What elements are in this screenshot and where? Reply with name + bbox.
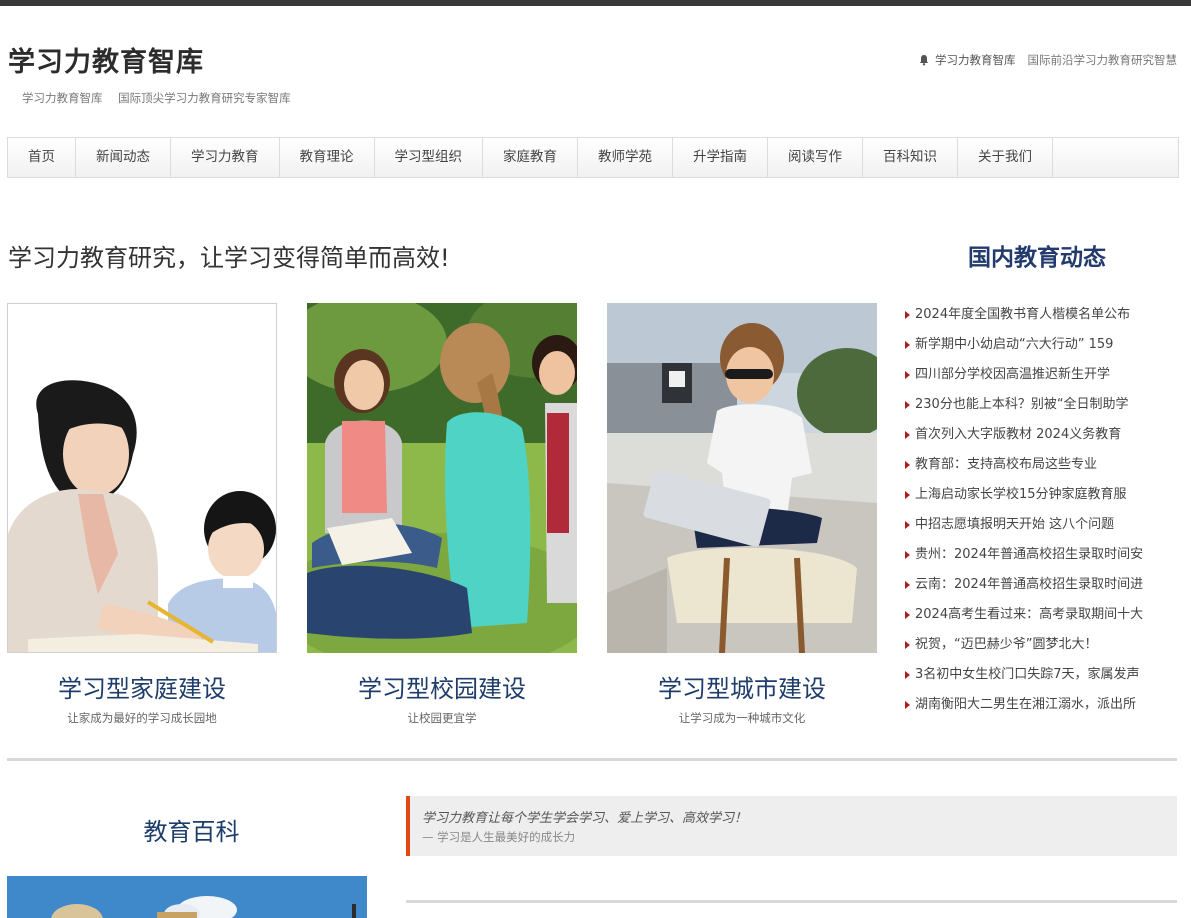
caret-right-icon [905,461,910,469]
card-city-title[interactable]: 学习型城市建设 [607,669,877,704]
news-item-text[interactable]: 湖南衡阳大二男生在湘江溺水，派出所 [915,692,1136,718]
section-divider [7,758,1177,761]
nav-item-about[interactable]: 关于我们 [958,138,1053,177]
news-item-text[interactable]: 3名初中女生校门口失踪7天，家属发声 [915,662,1140,688]
family-photo-illustration [8,304,276,652]
nav-item-teacher[interactable]: 教师学苑 [578,138,673,177]
news-item[interactable]: 首次列入大字版教材 2024义务教育 [905,420,1175,450]
nav-item-learning-power[interactable]: 学习力教育 [171,138,280,177]
news-list: 2024年度全国教书育人楷模名单公布 新学期中小幼启动“六大行动” 159 四川… [905,300,1175,720]
quote-main: 学习力教育让每个学生学会学习、爱上学习、高效学习！ [422,811,748,826]
news-item[interactable]: 新学期中小幼启动“六大行动” 159 [905,330,1175,360]
quote-block: 学习力教育让每个学生学会学习、爱上学习、高效学习！ — 学习是人生最美好的成长力 [406,796,1177,856]
site-subtitle-name: 学习力教育智库 [22,91,103,105]
city-photo-illustration [607,303,877,653]
news-item-text[interactable]: 祝贺，“迈巴赫少爷”圆梦北大！ [915,632,1097,658]
nav-item-encyclopedia[interactable]: 百科知识 [863,138,958,177]
family-photo[interactable] [7,303,277,653]
header-right-name[interactable]: 学习力教育智库 [935,52,1016,68]
city-photo[interactable] [607,303,877,653]
nav-item-theory[interactable]: 教育理论 [280,138,375,177]
card-family-desc: 让家成为最好的学习成长园地 [67,711,217,725]
encyclopedia-photo-illustration [7,876,367,918]
news-item[interactable]: 2024年度全国教书育人楷模名单公布 [905,300,1175,330]
caret-right-icon [905,701,910,709]
caret-right-icon [905,491,910,499]
card-family[interactable]: 学习型家庭建设 让家成为最好的学习成长园地 [7,303,277,726]
caret-right-icon [905,341,910,349]
caret-right-icon [905,401,910,409]
news-item[interactable]: 2024高考生看过来：高考录取期间十大 [905,600,1175,630]
news-item-text[interactable]: 云南：2024年普通高校招生录取时间进 [915,572,1143,598]
card-city-desc: 让学习成为一种城市文化 [678,711,806,725]
news-item[interactable]: 上海启动家长学校15分钟家庭教育服 [905,480,1175,510]
encyclopedia-photo[interactable] [7,876,367,918]
nav-item-reading[interactable]: 阅读写作 [768,138,863,177]
card-city[interactable]: 学习型城市建设 让学习成为一种城市文化 [607,303,877,726]
news-item[interactable]: 教育部：支持高校布局这些专业 [905,450,1175,480]
campus-photo-illustration [307,303,577,653]
news-item[interactable]: 湖南衡阳大二男生在湘江溺水，派出所 [905,690,1175,720]
news-item-text[interactable]: 2024年度全国教书育人楷模名单公布 [915,302,1130,328]
caret-right-icon [905,671,910,679]
nav-item-learning-org[interactable]: 学习型组织 [375,138,483,177]
top-bar [0,0,1191,6]
news-item-text[interactable]: 四川部分学校因高温推迟新生开学 [915,362,1110,388]
site-subtitle: 学习力教育智库 国际顶尖学习力教育研究专家智库 [22,90,291,106]
news-item[interactable]: 3名初中女生校门口失踪7天，家属发声 [905,660,1175,690]
news-item[interactable]: 云南：2024年普通高校招生录取时间进 [905,570,1175,600]
news-section-title[interactable]: 国内教育动态 [968,238,1106,272]
encyclopedia-title[interactable]: 教育百科 [0,812,383,847]
site-subtitle-slogan: 国际顶尖学习力教育研究专家智库 [118,91,291,105]
caret-right-icon [905,371,910,379]
news-item-text[interactable]: 上海启动家长学校15分钟家庭教育服 [915,482,1127,508]
page-headline: 学习力教育研究，让学习变得简单而高效! [8,244,450,272]
campus-photo[interactable] [307,303,577,653]
news-item-text[interactable]: 贵州：2024年普通高校招生录取时间安 [915,542,1143,568]
caret-right-icon [905,581,910,589]
news-item-text[interactable]: 230分也能上本科？别被“全日制助学 [915,392,1129,418]
header-right: 学习力教育智库 国际前沿学习力教育研究智慧 [918,52,1177,68]
news-item[interactable]: 贵州：2024年普通高校招生录取时间安 [905,540,1175,570]
caret-right-icon [905,431,910,439]
section-divider-2 [406,900,1177,903]
news-item-text[interactable]: 新学期中小幼启动“六大行动” 159 [915,332,1113,358]
bell-icon [919,55,929,66]
card-family-title[interactable]: 学习型家庭建设 [7,669,277,704]
header-right-slogan: 国际前沿学习力教育研究智慧 [1027,53,1178,67]
nav-item-news[interactable]: 新闻动态 [76,138,171,177]
card-campus[interactable]: 学习型校园建设 让校园更宜学 [307,303,577,726]
news-item[interactable]: 中招志愿填报明天开始 这八个问题 [905,510,1175,540]
news-item[interactable]: 四川部分学校因高温推迟新生开学 [905,360,1175,390]
nav-item-admission[interactable]: 升学指南 [673,138,768,177]
news-item[interactable]: 祝贺，“迈巴赫少爷”圆梦北大！ [905,630,1175,660]
nav-item-home[interactable]: 首页 [8,138,76,177]
news-item[interactable]: 230分也能上本科？别被“全日制助学 [905,390,1175,420]
site-title[interactable]: 学习力教育智库 [8,40,204,79]
news-item-text[interactable]: 教育部：支持高校布局这些专业 [915,452,1097,478]
nav-item-family[interactable]: 家庭教育 [483,138,578,177]
card-campus-desc: 让校园更宜学 [407,711,477,725]
news-item-text[interactable]: 首次列入大字版教材 2024义务教育 [915,422,1121,448]
quote-sub: — 学习是人生最美好的成长力 [422,830,576,844]
caret-right-icon [905,641,910,649]
card-campus-title[interactable]: 学习型校园建设 [307,669,577,704]
news-item-text[interactable]: 2024高考生看过来：高考录取期间十大 [915,602,1143,628]
caret-right-icon [905,551,910,559]
main-nav: 首页 新闻动态 学习力教育 教育理论 学习型组织 家庭教育 教师学苑 升学指南 … [7,137,1179,178]
caret-right-icon [905,311,910,319]
caret-right-icon [905,611,910,619]
caret-right-icon [905,521,910,529]
news-item-text[interactable]: 中招志愿填报明天开始 这八个问题 [915,512,1114,538]
